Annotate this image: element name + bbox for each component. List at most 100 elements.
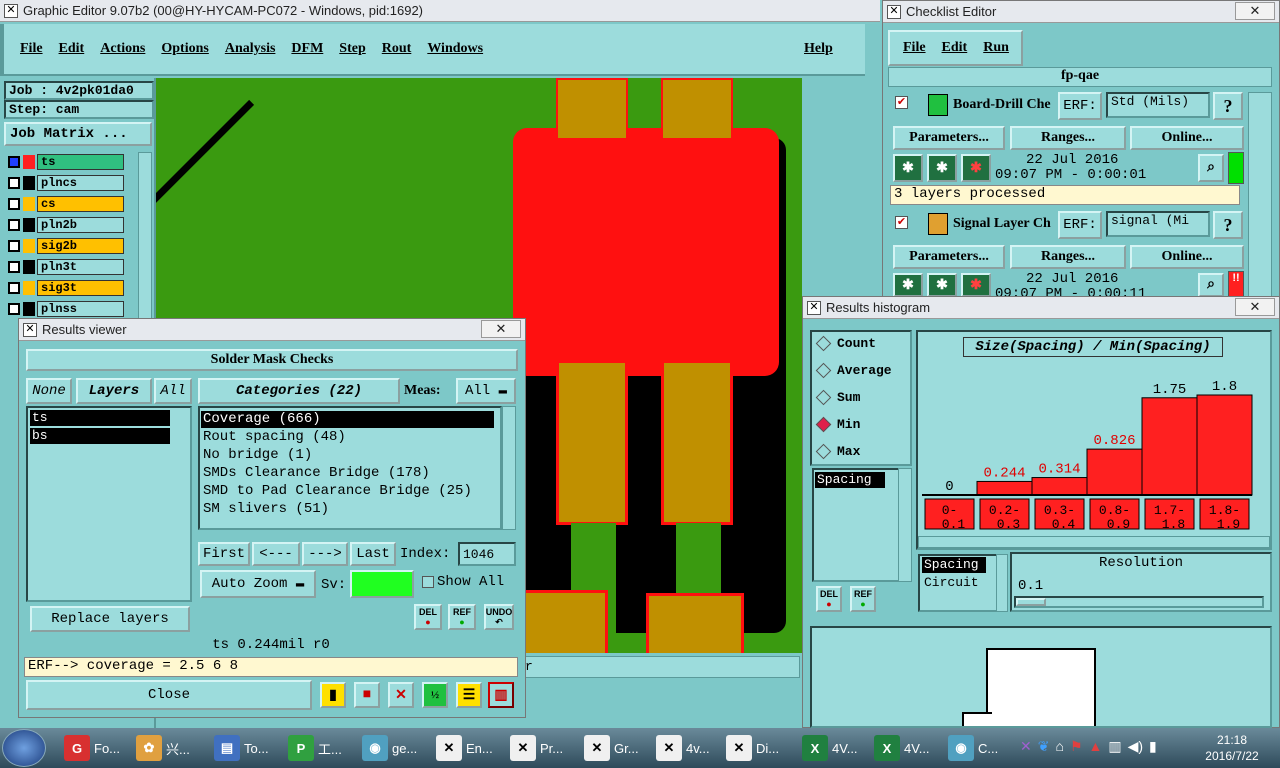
check-item-2-zoom-icon[interactable]: ⌕ (1198, 273, 1224, 297)
run-stop-icon[interactable]: ✱ (961, 154, 991, 182)
mode-count[interactable]: Count (815, 335, 876, 352)
layer-checkbox[interactable] (8, 240, 20, 252)
subject-scrollbar[interactable] (996, 554, 1008, 612)
results-close-x-button[interactable]: ✕ (481, 320, 521, 338)
ref-button[interactable]: REF ● (448, 604, 476, 630)
taskbar-item[interactable]: ✕ Gr... (580, 728, 652, 768)
category-item[interactable]: SMDs Clearance Bridge (178) (201, 465, 494, 482)
show-all-checkbox[interactable] (422, 576, 434, 588)
menu-dfm[interactable]: DFM (291, 41, 323, 57)
menu-step[interactable]: Step (339, 41, 365, 57)
mode-average[interactable]: Average (815, 362, 892, 379)
taskbar-item[interactable]: ✕ Pr... (506, 728, 578, 768)
check-item-2-parameters[interactable]: Parameters... (893, 245, 1005, 269)
histogram-del-button[interactable]: DEL ● (816, 586, 842, 612)
layer-checkbox[interactable] (8, 156, 20, 168)
check-item-2-ranges[interactable]: Ranges... (1010, 245, 1126, 269)
taskbar-item[interactable]: ✿ 兴... (132, 728, 204, 768)
checklist-menu-edit[interactable]: Edit (942, 40, 968, 56)
sv-color-select[interactable] (350, 570, 414, 598)
index-field[interactable]: 1046 (458, 542, 516, 566)
histogram-bar[interactable] (976, 480, 1033, 496)
menu-options[interactable]: Options (161, 41, 208, 57)
histogram-bar[interactable] (1196, 394, 1253, 496)
check-item-2-help-button[interactable]: ? (1213, 211, 1243, 239)
histogram-list-scrollbar[interactable] (898, 468, 912, 582)
mode-sum[interactable]: Sum (815, 389, 860, 406)
taskbar-item[interactable]: ▤ To... (210, 728, 282, 768)
check-item-1-online[interactable]: Online... (1130, 126, 1244, 150)
run-icon[interactable]: ✱ (893, 154, 923, 182)
check-item-1-erf-button[interactable]: ERF: (1058, 92, 1102, 120)
histogram-ref-button[interactable]: REF ● (850, 586, 876, 612)
histogram-bar[interactable] (1086, 448, 1143, 496)
results-layer-bs[interactable]: bs (30, 428, 170, 444)
clock[interactable]: 21:18 2016/7/22 (1192, 732, 1272, 764)
taskbar-item[interactable]: ◉ C... (944, 728, 1019, 768)
layer-row-1[interactable]: plncs (6, 175, 124, 191)
layer-checkbox[interactable] (8, 198, 20, 210)
subject-circuit[interactable]: Circuit (922, 575, 986, 591)
categories-scrollbar[interactable] (502, 406, 516, 530)
check-item-2-checkbox[interactable]: ✔ (895, 216, 908, 229)
layer-row-3[interactable]: pln2b (6, 217, 124, 233)
results-layer-ts[interactable]: ts (30, 410, 170, 426)
histogram-hscroll[interactable] (918, 536, 1270, 548)
taskbar-item[interactable]: X 4V... (870, 728, 945, 768)
layer-scrollbar[interactable] (138, 152, 152, 322)
category-item[interactable]: Rout spacing (48) (201, 429, 494, 446)
toolbar-icon-3[interactable]: ✕ (388, 682, 414, 708)
category-item[interactable]: Coverage (666) (201, 411, 494, 428)
layer-row-2[interactable]: cs (6, 196, 124, 212)
taskbar-item[interactable]: X 4V... (798, 728, 873, 768)
histogram-bar[interactable] (1031, 477, 1088, 496)
toolbar-icon-4[interactable]: ½ (422, 682, 448, 708)
tray-volume-icon[interactable]: ◀) (1128, 738, 1143, 758)
category-item[interactable]: No bridge (1) (201, 447, 494, 464)
checklist-scrollbar[interactable] (1248, 92, 1272, 300)
layer-row-5[interactable]: pln3t (6, 259, 124, 275)
layer-row-4[interactable]: sig2b (6, 238, 124, 254)
taskbar-item[interactable]: ✕ 4v... (652, 728, 724, 768)
taskbar-item[interactable]: G Fo... (60, 728, 132, 768)
auto-zoom-select[interactable]: Auto Zoom ▬ (200, 570, 316, 598)
histogram-bar[interactable] (1141, 397, 1198, 496)
menu-rout[interactable]: Rout (382, 41, 412, 57)
run-step-icon[interactable]: ✱ (927, 154, 957, 182)
taskbar-item[interactable]: ✕ En... (432, 728, 504, 768)
menu-actions[interactable]: Actions (100, 41, 145, 57)
histogram-icon[interactable]: ▥ (488, 682, 514, 708)
check-item-2-erf-field[interactable]: signal (Mi (1106, 211, 1210, 237)
last-button[interactable]: Last (350, 542, 396, 566)
taskbar-item[interactable]: ◉ ge... (358, 728, 430, 768)
replace-layers-button[interactable]: Replace layers (30, 606, 190, 632)
layer-checkbox[interactable] (8, 303, 20, 315)
layer-row-0[interactable]: ts (6, 154, 124, 170)
checklist-menu-run[interactable]: Run (983, 40, 1009, 56)
resolution-slider-thumb[interactable] (1016, 598, 1046, 606)
tray-x-icon[interactable]: ✕ (1020, 738, 1032, 758)
menu-edit[interactable]: Edit (59, 41, 85, 57)
undo-button[interactable]: UNDO ↶ (484, 604, 514, 630)
layer-checkbox[interactable] (8, 282, 20, 294)
checklist-close-button[interactable]: ✕ (1235, 2, 1275, 20)
taskbar-item[interactable]: ✕ Di... (722, 728, 794, 768)
categories-label[interactable]: Categories (22) (198, 378, 400, 404)
mode-min[interactable]: Min (815, 416, 860, 433)
check-item-1-parameters[interactable]: Parameters... (893, 126, 1005, 150)
category-item[interactable]: SMD to Pad Clearance Bridge (25) (201, 483, 494, 500)
taskbar-item[interactable]: P 工... (284, 728, 356, 768)
run-step-icon-2[interactable]: ✱ (927, 273, 957, 297)
tray-app-icon[interactable]: ▲ (1089, 738, 1103, 758)
next-button[interactable]: ---> (302, 542, 348, 566)
layer-checkbox[interactable] (8, 261, 20, 273)
check-item-2-erf-button[interactable]: ERF: (1058, 211, 1102, 239)
layers-none-button[interactable]: None (26, 378, 72, 404)
checklist-menu-file[interactable]: File (903, 40, 926, 56)
layers-all-button[interactable]: All (154, 378, 192, 404)
layer-checkbox[interactable] (8, 177, 20, 189)
run-stop-icon-2[interactable]: ✱ (961, 273, 991, 297)
prev-button[interactable]: <--- (252, 542, 300, 566)
check-item-1-erf-field[interactable]: Std (Mils) (1106, 92, 1210, 118)
subject-spacing[interactable]: Spacing (922, 557, 986, 573)
